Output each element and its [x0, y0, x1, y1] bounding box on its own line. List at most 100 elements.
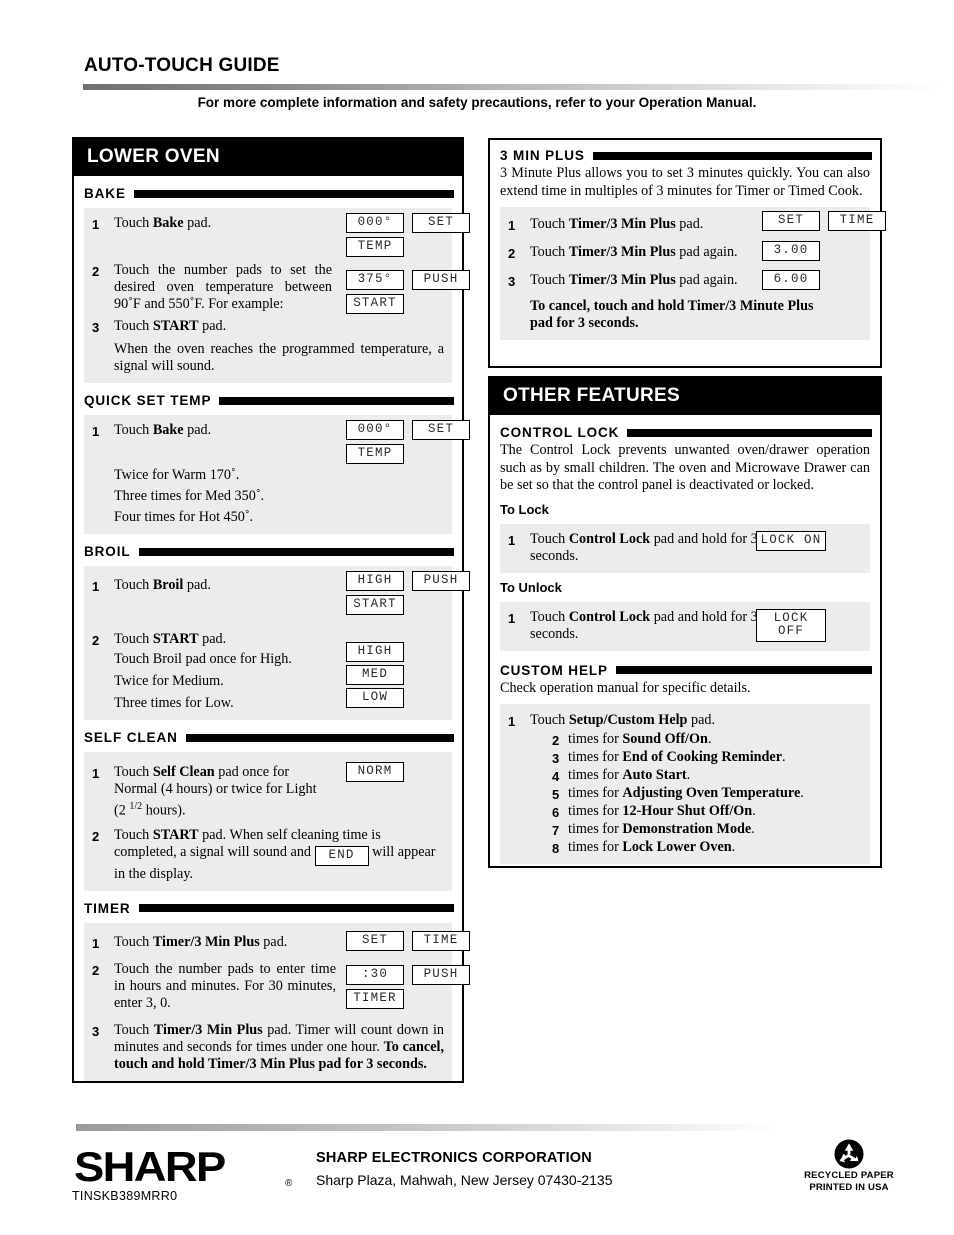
recycle-icon	[834, 1139, 864, 1174]
timer-step2-display-group: :30 PUSH TIMER	[346, 964, 470, 1013]
lcd-display-set: SET	[412, 213, 470, 233]
section-rule	[627, 428, 872, 437]
to-unlock-label: To Unlock	[500, 579, 562, 595]
lcd-display-high: HIGH	[346, 571, 404, 591]
step-text-bold: Bake	[152, 422, 184, 438]
section-label-3-min-plus: 3 MIN PLUS	[500, 148, 585, 163]
custom-help-item: 2 times for Sound Off/On.	[552, 731, 862, 748]
lcd-display-lock-on: LOCK ON	[756, 530, 826, 551]
lcd-display-push: PUSH	[412, 964, 470, 985]
step-text: Touch Timer/3 Min Plus pad. Timer will c…	[114, 1022, 444, 1073]
cancel-note-text: To cancel, touch and hold Timer/3 Minute…	[530, 298, 814, 331]
step-text: Touch Self Clean pad once for Normal (4 …	[114, 764, 329, 820]
lcd-display-timer: TIMER	[346, 988, 404, 1009]
broil-step1-display-group: HIGH PUSH START	[346, 571, 470, 619]
step-number: 1	[508, 218, 516, 233]
lcd-display-lock-off: LOCK OFF	[756, 608, 826, 642]
section-rule	[133, 189, 454, 198]
step-text-bold: START	[152, 631, 199, 647]
section-rule	[592, 151, 872, 160]
step-text-bold: Broil	[152, 577, 184, 593]
custom-help-description: Check operation manual for specific deta…	[500, 679, 751, 696]
step-number: 1	[92, 217, 100, 232]
custom-help-item-text: times for End of Cooking Reminder.	[568, 749, 862, 766]
to-unlock-steps: 1 Touch Control Lock pad and hold for 3 …	[500, 601, 870, 651]
custom-help-item-mid: times for	[568, 803, 623, 819]
lcd-display-temp: TEMP	[346, 444, 404, 464]
step-number: 2	[92, 828, 100, 844]
section-header-quick-set-temp: QUICK SET TEMP	[74, 383, 462, 408]
step-text-bold: START	[152, 318, 199, 334]
printed-in-usa-label: PRINTED IN USA	[809, 1182, 889, 1193]
section-header-timer: TIMER	[74, 891, 462, 916]
section-label-control-lock: CONTROL LOCK	[500, 425, 620, 440]
custom-help-item-end: .	[800, 785, 804, 801]
quick-set-line-3: Four times for Hot 450˚.	[114, 509, 254, 525]
timer-step1-display-group: SET TIME	[346, 930, 470, 955]
self-clean-step-2: 2 Touch START pad. When self cleaning ti…	[92, 827, 444, 883]
to-lock-label: To Lock	[500, 501, 549, 517]
step-text-pre: Touch	[114, 577, 153, 593]
step-text-bold: Bake	[152, 215, 184, 231]
custom-help-item: 3 times for End of Cooking Reminder.	[552, 749, 862, 766]
custom-help-item-number: 4	[552, 769, 560, 784]
custom-help-item-end: .	[782, 749, 786, 765]
step-text-pre: Touch	[530, 272, 569, 288]
step-text-pre: Touch	[530, 216, 569, 232]
section-label-broil: BROIL	[84, 544, 131, 559]
bake-steps: 1 Touch Bake pad. 2 Touch the number pad…	[84, 208, 470, 383]
custom-help-item-text: times for Adjusting Oven Temperature.	[568, 785, 862, 802]
section-rule	[615, 666, 872, 674]
step-text-bold: Timer/3 Min Plus	[568, 216, 676, 232]
section-label-timer: TIMER	[84, 900, 131, 916]
custom-help-item: 5 times for Adjusting Oven Temperature.	[552, 785, 862, 802]
to-lock-steps: 1 Touch Control Lock pad and hold for 3 …	[500, 523, 870, 573]
custom-help-item-bold: Sound Off/On	[622, 731, 708, 747]
lcd-display-broil-med: MED	[346, 665, 404, 685]
lcd-display-temp-value: 000°	[346, 420, 404, 440]
sharp-logo: SHARP	[74, 1143, 226, 1190]
custom-help-item-number: 2	[552, 733, 560, 748]
section-rule	[138, 547, 454, 556]
custom-help-item-number: 3	[552, 751, 560, 766]
section-header-broil: BROIL	[74, 534, 462, 559]
step-text-bold: Setup/Custom Help	[568, 712, 688, 728]
step-number: 3	[92, 320, 100, 335]
broil-steps: 1 Touch Broil pad. 2 Touch START pad. To…	[84, 566, 470, 720]
lcd-display-time: TIME	[828, 211, 886, 231]
lcd-display-temp-375: 375°	[346, 270, 404, 290]
step-text-post: pad again.	[675, 272, 738, 288]
custom-help-item-end: .	[707, 731, 712, 747]
step-text-pre: Touch	[530, 608, 569, 625]
step-text-post: pad.	[259, 933, 288, 950]
3-min-plus-steps: 1 Touch Timer/3 Min Plus pad. 2 Touch Ti…	[500, 207, 886, 340]
step-text-post: pad.	[198, 318, 227, 334]
step-text-pre: Touch	[114, 764, 153, 780]
header-note: For more complete information and safety…	[197, 95, 757, 110]
step-text-pre: Touch	[114, 1021, 154, 1038]
lcd-display-broil-high: HIGH	[346, 642, 404, 662]
custom-help-item-mid: times for	[568, 821, 623, 837]
bake-step2-display-group: 375° PUSH START	[346, 270, 470, 318]
custom-help-list: 2 times for Sound Off/On. 3 times for End…	[552, 731, 862, 856]
custom-help-item-number: 7	[552, 823, 560, 838]
3-min-plus-description: 3 Minute Plus allows you to set 3 minute…	[500, 165, 870, 199]
corporation-name: SHARP ELECTRONICS CORPORATION	[316, 1150, 592, 1166]
custom-help-item-mid: times for	[568, 839, 623, 855]
step-number: 1	[508, 610, 516, 626]
bake-note-text: When the oven reaches the programmed tem…	[114, 341, 444, 374]
lcd-display-3-00: 3.00	[762, 241, 820, 261]
control-lock-description: The Control Lock prevents unwanted oven/…	[500, 442, 870, 493]
panel-other-features: OTHER FEATURES CONTROL LOCK The Control …	[488, 376, 882, 868]
custom-help-item-end: .	[731, 839, 736, 855]
bake-step-3: 3 Touch START pad.	[92, 318, 444, 335]
custom-help-item-number: 8	[552, 841, 560, 856]
step-text-post: pad again.	[675, 244, 738, 260]
custom-help-item-end: .	[752, 803, 756, 819]
quick-set-temp-steps: 1 Touch Bake pad. Twice for Warm 170˚. T…	[84, 415, 470, 534]
custom-help-item-text: times for Sound Off/On.	[568, 731, 862, 748]
lcd-display-broil-low: LOW	[346, 688, 404, 708]
lcd-display-30: :30	[346, 964, 404, 985]
step-text: Touch the number pads to enter time in h…	[114, 960, 336, 1011]
step-text-end: hours).	[142, 802, 186, 819]
